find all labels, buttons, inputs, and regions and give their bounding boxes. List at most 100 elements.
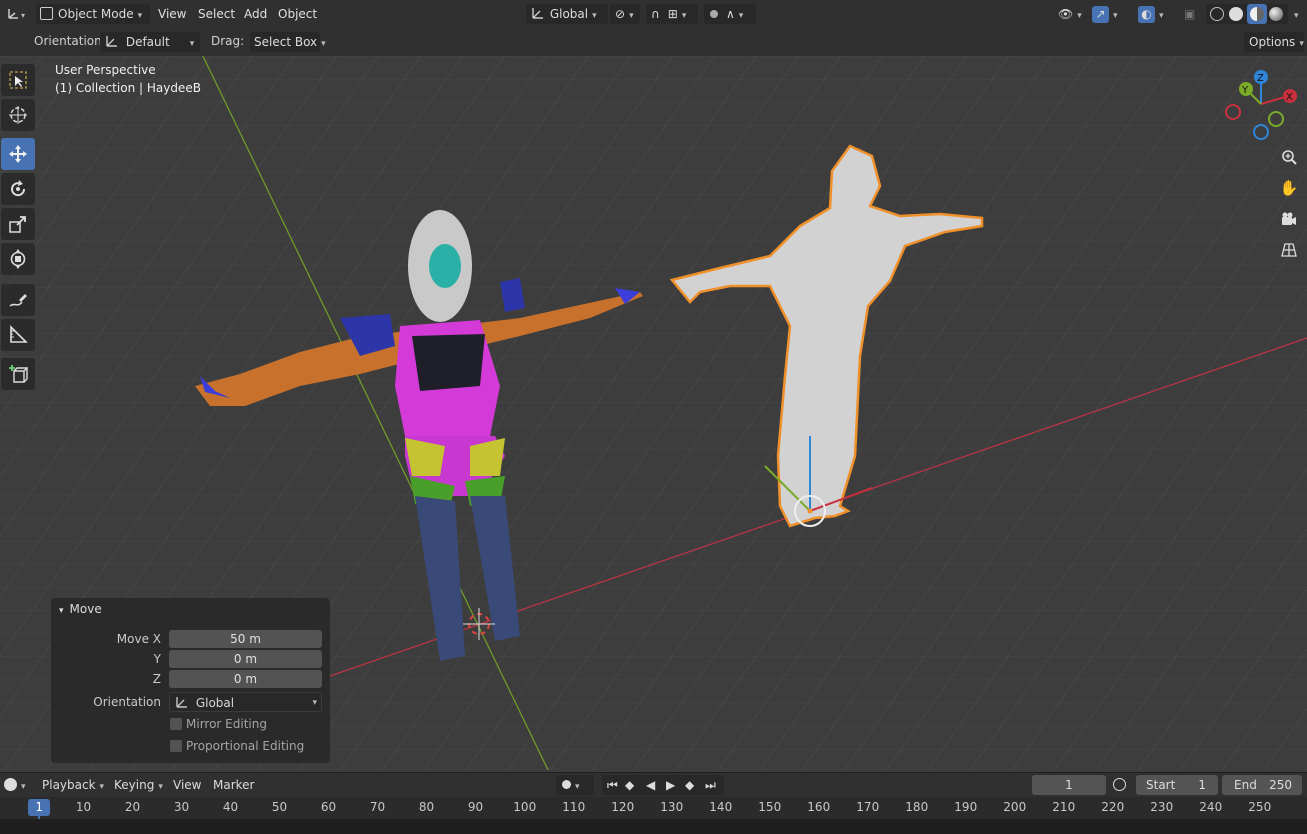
marker-menu[interactable]: Marker bbox=[213, 775, 254, 795]
mirror-editing-checkbox[interactable] bbox=[170, 718, 182, 730]
snap-dropdown[interactable]: ∩ ⊞ ▾ bbox=[646, 4, 698, 24]
options-dropdown[interactable]: Options ▾ bbox=[1244, 32, 1304, 52]
move-y-label: Y bbox=[153, 652, 161, 666]
chevron-down-icon: ▾ bbox=[1077, 11, 1082, 21]
rendered-shading-icon[interactable] bbox=[1269, 7, 1283, 21]
chevron-down-icon: ▾ bbox=[681, 11, 687, 21]
shading-mode-group bbox=[1206, 4, 1288, 24]
gizmo-dropdown[interactable]: ↗ ▾ bbox=[1092, 4, 1130, 24]
proportional-editing-dropdown[interactable]: ∧ ▾ bbox=[704, 4, 756, 24]
scale-tool[interactable] bbox=[1, 208, 35, 240]
mode-label: Object Mode bbox=[58, 7, 134, 21]
clock-icon bbox=[4, 778, 17, 791]
orientation-setting-dropdown[interactable]: Default ▾ bbox=[100, 32, 200, 52]
orientation-dropdown[interactable]: Global ▾ bbox=[169, 692, 322, 712]
keying-menu[interactable]: Keying ▾ bbox=[108, 775, 166, 795]
chevron-down-icon: ▾ bbox=[158, 782, 163, 792]
navigation-gizmo[interactable]: Z X Y bbox=[1218, 66, 1304, 142]
chevron-down-icon: ▾ bbox=[1159, 11, 1164, 21]
wireframe-shading-icon[interactable] bbox=[1210, 7, 1224, 21]
measure-tool[interactable] bbox=[1, 319, 35, 351]
start-frame-field[interactable]: Start 1 bbox=[1136, 775, 1218, 795]
menu-add[interactable]: Add bbox=[244, 4, 267, 24]
ruler-tick-label: 90 bbox=[467, 800, 484, 814]
timeline-editor-type-button[interactable]: ▾ bbox=[2, 775, 30, 795]
ruler-tick-label: 240 bbox=[1199, 800, 1223, 814]
record-icon bbox=[562, 780, 571, 789]
xray-toggle[interactable]: ▣ bbox=[1184, 4, 1202, 24]
menu-select[interactable]: Select bbox=[198, 4, 235, 24]
xray-icon: ▣ bbox=[1184, 7, 1196, 21]
snap-increment-icon: ⊞ bbox=[667, 7, 678, 21]
link-icon: ⊘ bbox=[615, 7, 626, 21]
move-x-field[interactable]: 50 m bbox=[169, 630, 322, 648]
annotate-icon bbox=[9, 294, 27, 307]
playback-menu[interactable]: Playback ▾ bbox=[36, 775, 104, 795]
material-shading-active[interactable] bbox=[1247, 4, 1267, 24]
overlays-dropdown[interactable]: ◐ ▾ bbox=[1138, 4, 1176, 24]
move-x-label: Move X bbox=[116, 632, 161, 646]
next-keyframe-icon[interactable]: ◆ bbox=[685, 775, 694, 795]
drag-setting-dropdown[interactable]: Select Box ▾ bbox=[250, 32, 326, 52]
transform-icon bbox=[10, 249, 26, 269]
add-cube-tool[interactable] bbox=[1, 358, 35, 390]
ruler-tick-label: 50 bbox=[271, 800, 288, 814]
ruler-tick-label: 10 bbox=[75, 800, 92, 814]
chevron-down-icon: ▾ bbox=[592, 11, 597, 21]
chevron-down-icon: ▾ bbox=[1294, 11, 1299, 21]
solid-shading-icon[interactable] bbox=[1229, 7, 1243, 21]
options-label: Options bbox=[1249, 35, 1296, 49]
chevron-down-icon: ▾ bbox=[1299, 39, 1304, 49]
perspective-toggle-icon[interactable] bbox=[1278, 239, 1300, 261]
move-tool[interactable] bbox=[1, 138, 35, 170]
move-y-field[interactable]: 0 m bbox=[169, 650, 322, 668]
current-frame-field[interactable]: 1 bbox=[1032, 775, 1106, 795]
shading-options-dropdown[interactable]: ▾ bbox=[1290, 4, 1302, 24]
falloff-icon: ∧ bbox=[726, 7, 735, 21]
ruler-tick-label: 130 bbox=[660, 800, 684, 814]
play-icon[interactable]: ▶ bbox=[666, 775, 675, 795]
gizmo-y-label: Y bbox=[1241, 85, 1249, 96]
jump-start-icon[interactable]: ⏮ bbox=[607, 775, 618, 795]
rotate-tool[interactable] bbox=[1, 173, 35, 205]
orientation-setting-label: Orientation: bbox=[34, 34, 106, 48]
move-z-label: Z bbox=[152, 672, 161, 686]
end-label: End bbox=[1234, 778, 1257, 792]
auto-keying-toggle[interactable]: ▾ bbox=[556, 775, 594, 795]
view-name: User Perspective bbox=[55, 63, 156, 77]
camera-view-icon[interactable] bbox=[1278, 208, 1300, 230]
cursor-tool[interactable] bbox=[1, 99, 35, 131]
orientation-icon bbox=[176, 697, 187, 708]
end-frame-field[interactable]: End 250 bbox=[1222, 775, 1302, 795]
end-value: 250 bbox=[1269, 778, 1292, 792]
overlays-icon: ◐ bbox=[1138, 6, 1155, 23]
menu-view[interactable]: View bbox=[158, 4, 186, 24]
ruler-tick-label: 210 bbox=[1052, 800, 1076, 814]
timeline-view-menu[interactable]: View bbox=[173, 775, 201, 795]
transform-tool[interactable] bbox=[1, 243, 35, 275]
visibility-dropdown[interactable]: 👁 ▾ bbox=[1058, 4, 1086, 24]
pan-hand-icon[interactable]: ✋ bbox=[1278, 177, 1300, 199]
select-box-icon bbox=[9, 71, 27, 89]
menu-object[interactable]: Object bbox=[278, 4, 317, 24]
proportional-editing-checkbox[interactable] bbox=[170, 740, 182, 752]
prev-keyframe-icon[interactable]: ◆ bbox=[625, 775, 634, 795]
editor-type-button[interactable]: ▾ bbox=[4, 4, 30, 24]
playback-label: Playback bbox=[42, 778, 96, 792]
transform-orientation-dropdown[interactable]: Global ▾ bbox=[526, 4, 608, 24]
move-z-field[interactable]: 0 m bbox=[169, 670, 322, 688]
select-box-tool[interactable] bbox=[1, 64, 35, 96]
orientation-icon bbox=[532, 8, 543, 19]
ruler-tick-label: 40 bbox=[222, 800, 239, 814]
pivot-point-dropdown[interactable]: ⊘ ▾ bbox=[610, 4, 640, 24]
annotate-tool[interactable] bbox=[1, 284, 35, 316]
jump-end-icon[interactable]: ⏭ bbox=[705, 775, 716, 795]
gizmo-x-label: X bbox=[1286, 92, 1293, 103]
ruler-tick-label: 220 bbox=[1101, 800, 1125, 814]
mode-dropdown[interactable]: Object Mode ▾ bbox=[36, 4, 150, 24]
stopwatch-icon[interactable] bbox=[1113, 775, 1131, 795]
panel-header[interactable]: ▾ Move bbox=[59, 602, 102, 616]
zoom-icon[interactable] bbox=[1278, 146, 1300, 168]
orientation-label: Global bbox=[549, 7, 589, 21]
play-reverse-icon[interactable]: ◀ bbox=[646, 775, 655, 795]
